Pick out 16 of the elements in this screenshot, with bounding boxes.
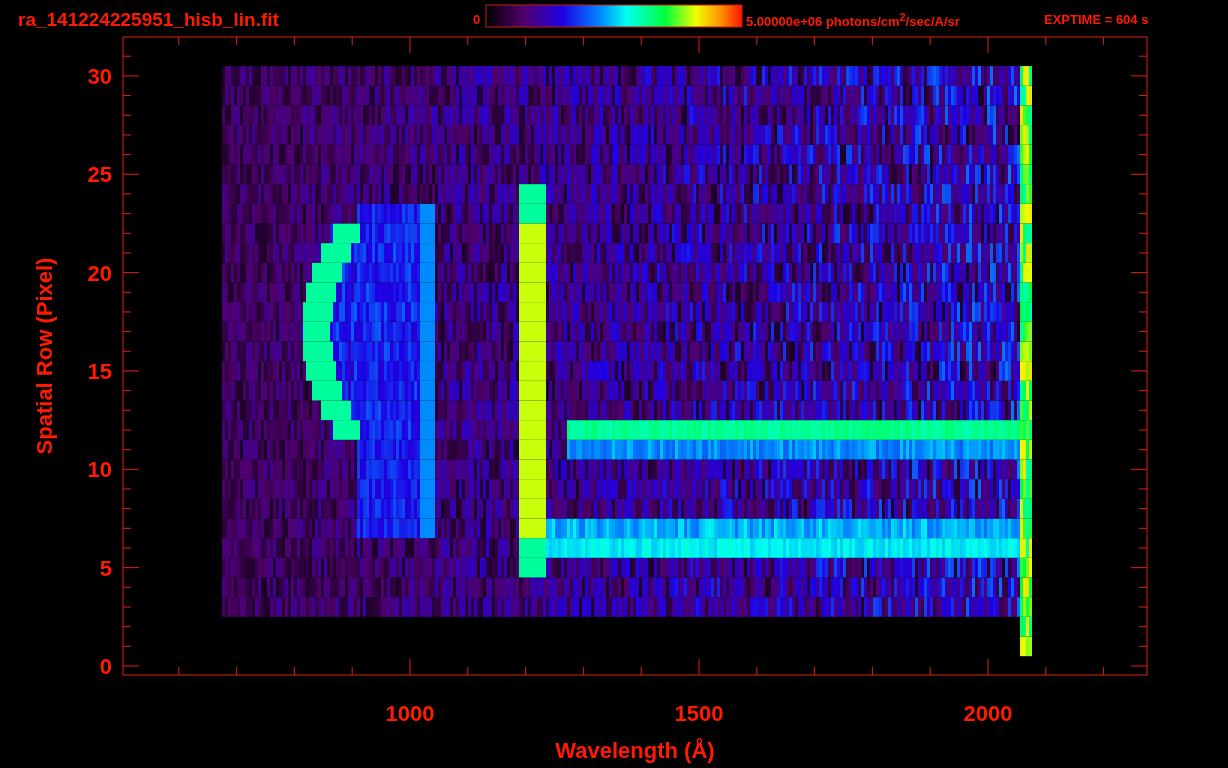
x-tick-label: 1500 <box>674 701 724 726</box>
x-tick-label: 1000 <box>385 701 435 726</box>
colorbar-max-label: 5.00000e+06 photons/cm$^{2}$/sec/A/sr <box>746 10 960 30</box>
y-tick-label: 15 <box>87 359 112 384</box>
file-title: ra_141224225951_hisb_lin.fit <box>18 9 279 30</box>
y-tick-label: 20 <box>87 260 112 286</box>
y-tick-label: 0 <box>99 654 112 679</box>
y-tick-label: 30 <box>87 64 112 89</box>
y-tick-label: 5 <box>99 555 112 581</box>
x-axis-title: Wavelength (Å) <box>555 738 715 763</box>
y-axis-title: Spatial Row (Pixel) <box>32 257 57 455</box>
colorbar-min-label: 0 <box>473 12 481 27</box>
y-tick-label: 10 <box>87 457 112 483</box>
exposure-time-label: EXPTIME = 604 s <box>1044 12 1149 27</box>
x-tick-label: 2000 <box>963 701 1013 726</box>
y-tick-label: 25 <box>87 162 112 188</box>
